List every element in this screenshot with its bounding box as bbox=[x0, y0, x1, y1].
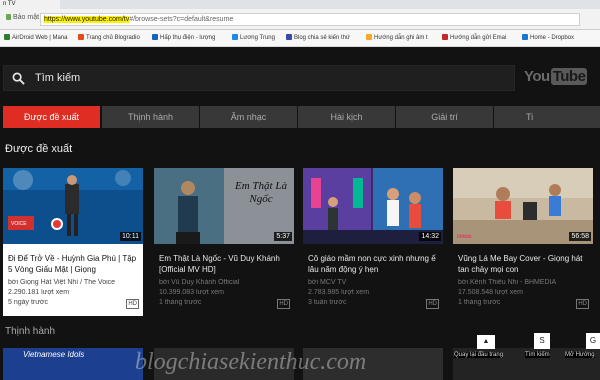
video-channel: bởi MCV TV bbox=[308, 279, 347, 286]
app-root: n TV Bảo mật https://www.youtube.com/tv#… bbox=[0, 0, 600, 380]
svg-text:VOICE: VOICE bbox=[11, 221, 27, 227]
section-title: Được đề xuất bbox=[5, 143, 73, 155]
video-channel: bởi Vũ Duy Khánh Official bbox=[159, 279, 240, 286]
video-title: Đi Để Trở Về - Huỳnh Gia Phú | Tập 5 Vòn… bbox=[8, 254, 137, 274]
bookmark-item[interactable]: Hướng dẫn gửi Emai bbox=[442, 34, 506, 41]
browser-tab[interactable]: n TV bbox=[0, 0, 60, 9]
bookmark-item[interactable]: Home - Dropbox bbox=[522, 34, 574, 41]
bookmark-item[interactable]: Trang chủ Blogradio bbox=[78, 34, 140, 41]
trending-section-title: Thịnh hành bbox=[5, 326, 56, 337]
bookmark-label: Trang chủ Blogradio bbox=[86, 35, 140, 41]
address-bar: Bảo mật https://www.youtube.com/tv#/brow… bbox=[0, 9, 600, 30]
tab-recommended[interactable]: Được đề xuất bbox=[3, 106, 100, 128]
video-card[interactable]: Em Thật Là Ngốc 5:37 Em Thật Là Ngốc - V… bbox=[154, 168, 294, 316]
bookmark-item[interactable]: Hướng dẫn ghi âm t bbox=[366, 34, 428, 41]
tab-trending[interactable]: Thịnh hành bbox=[102, 106, 199, 128]
key-hint-search: S bbox=[534, 333, 550, 349]
hd-badge: HD bbox=[576, 299, 589, 309]
svg-text:bhkids: bhkids bbox=[457, 234, 472, 240]
url-field[interactable]: https://www.youtube.com/tv#/browse-sets?… bbox=[40, 13, 580, 26]
open-guide-label[interactable]: Mở Hướng bbox=[565, 352, 595, 358]
bookmark-label: Home - Dropbox bbox=[530, 35, 575, 41]
bookmark-icon bbox=[232, 34, 238, 40]
browser-titlebar: n TV bbox=[0, 0, 600, 9]
lock-icon bbox=[6, 14, 11, 20]
key-hint-up: ▲ bbox=[477, 335, 495, 349]
search-placeholder: Tìm kiếm bbox=[35, 72, 81, 84]
hd-badge: HD bbox=[426, 299, 439, 309]
key-hint-guide: G bbox=[586, 333, 600, 349]
video-age: 1 tháng trước bbox=[458, 299, 501, 306]
video-card[interactable]: VOICE 10:11 Đi Để Trở Về - Huỳnh Gia Phú… bbox=[3, 168, 143, 316]
bookmark-icon bbox=[522, 34, 528, 40]
logo-tube: Tube bbox=[550, 68, 588, 85]
video-age: 3 tuần trước bbox=[308, 299, 347, 306]
video-age: 1 tháng trước bbox=[159, 299, 202, 306]
video-channel: bởi Giọng Hát Việt Nhí / The Voice bbox=[8, 279, 116, 286]
category-tabs: Được đề xuất Thịnh hành Âm nhạc Hài kịch… bbox=[0, 106, 600, 128]
video-views: 17.508.548 lượt xem bbox=[458, 289, 523, 296]
bookmark-item[interactable]: AirDroid Web | Mana bbox=[4, 34, 67, 41]
bookmark-icon bbox=[286, 34, 292, 40]
tab-music[interactable]: Âm nhạc bbox=[200, 106, 297, 128]
tab-comedy[interactable]: Hài kịch bbox=[298, 106, 395, 128]
video-thumbnail: bhkids 56:58 bbox=[453, 168, 593, 244]
bookmark-icon bbox=[78, 34, 84, 40]
bookmark-label: Hướng dẫn ghi âm t bbox=[374, 35, 428, 41]
secure-indicator[interactable]: Bảo mật bbox=[6, 14, 39, 21]
video-duration: 10:11 bbox=[120, 232, 141, 241]
video-age: 5 ngày trước bbox=[8, 299, 49, 306]
watermark-text: blogchiasekienthuc.com bbox=[135, 349, 367, 375]
video-title: Em Thật Là Ngốc - Vũ Duy Khánh [Official… bbox=[159, 254, 280, 274]
hd-badge: HD bbox=[277, 299, 290, 309]
logo-you: You bbox=[524, 68, 550, 85]
search-shortcut-label[interactable]: Tìm kiếm bbox=[525, 352, 550, 358]
video-views: 2.783.985 lượt xem bbox=[308, 289, 370, 296]
bookmark-label: Blog chia sẻ kiến thứ bbox=[294, 35, 351, 41]
bookmark-icon bbox=[152, 34, 158, 40]
thumbnail-caption: Em Thật Là Ngốc bbox=[235, 180, 287, 205]
video-thumbnail[interactable]: Vietnamese Idols bbox=[3, 348, 143, 380]
video-title: Vũng Lá Me Bay Cover - Giọng hát tan chả… bbox=[458, 254, 583, 274]
bookmark-item[interactable]: Blog chia sẻ kiến thứ bbox=[286, 34, 350, 41]
bookmark-item[interactable]: Lương Trung bbox=[232, 34, 275, 41]
video-duration: 56:58 bbox=[569, 232, 591, 241]
thumbnail-caption: Vietnamese Idols bbox=[23, 350, 85, 359]
video-card[interactable]: bhkids 56:58 Vũng Lá Me Bay Cover - Giọn… bbox=[453, 168, 593, 316]
youtube-logo: You Tube bbox=[524, 68, 588, 85]
bookmark-label: Hướng dẫn gửi Emai bbox=[450, 35, 507, 41]
video-channel: bởi Kênh Thiếu Nhi - BHMEDIA bbox=[458, 279, 557, 286]
search-icon bbox=[12, 72, 25, 85]
video-views: 10.399.083 lượt xem bbox=[159, 289, 224, 296]
video-thumbnail: 14:32 bbox=[303, 168, 443, 244]
search-input[interactable]: Tìm kiếm bbox=[3, 65, 515, 91]
video-thumbnail: Em Thật Là Ngốc 5:37 bbox=[154, 168, 294, 244]
bookmark-icon bbox=[366, 34, 372, 40]
bookmark-label: AirDroid Web | Mana bbox=[12, 35, 68, 41]
video-title: Cô giáo mầm non cực xinh nhưng ế lâu năm… bbox=[308, 254, 436, 274]
bookmark-label: Lương Trung bbox=[240, 35, 275, 41]
back-to-top-label[interactable]: Quay lại đầu trang bbox=[454, 352, 504, 358]
search-bar: Tìm kiếm You Tube bbox=[0, 65, 600, 91]
hd-badge: HD bbox=[126, 299, 139, 309]
secure-label: Bảo mật bbox=[13, 14, 40, 21]
video-thumbnail: VOICE 10:11 bbox=[3, 168, 143, 244]
video-card[interactable]: 14:32 Cô giáo mầm non cực xinh nhưng ế l… bbox=[303, 168, 443, 316]
video-views: 2.290.181 lượt xem bbox=[8, 289, 70, 296]
bookmark-icon bbox=[4, 34, 10, 40]
bookmark-label: Hấp thụ điện - lượng bbox=[160, 35, 216, 41]
video-duration: 14:32 bbox=[419, 232, 441, 241]
bookmark-item[interactable]: Hấp thụ điện - lượng bbox=[152, 34, 215, 41]
url-highlight: https://www.youtube.com/tv bbox=[44, 16, 130, 23]
url-rest: #/browse-sets?c=default&resume bbox=[129, 16, 234, 23]
tab-next[interactable]: Ti bbox=[494, 106, 600, 128]
video-duration: 5:37 bbox=[274, 232, 292, 241]
bookmarks-bar: AirDroid Web | Mana Trang chủ Blogradio … bbox=[0, 30, 600, 47]
tab-entertainment[interactable]: Giải trí bbox=[396, 106, 493, 128]
bookmark-icon bbox=[442, 34, 448, 40]
